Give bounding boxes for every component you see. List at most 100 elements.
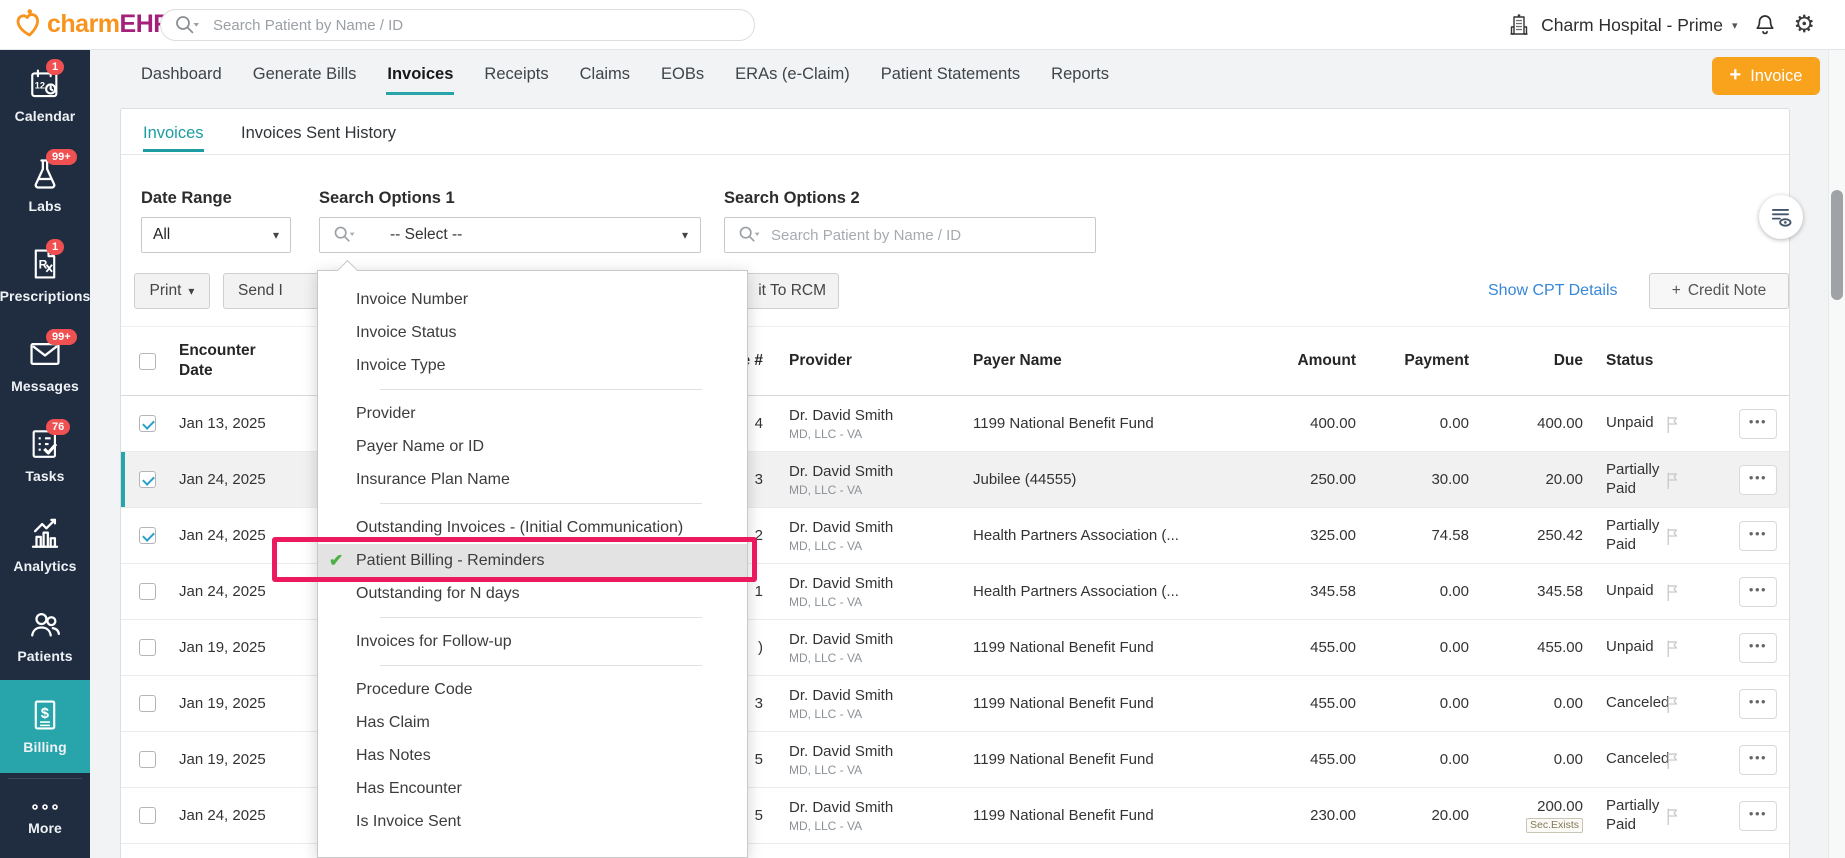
search-options-1-select[interactable]: -- Select -- ▾ — [319, 217, 701, 253]
flag-button[interactable] — [1659, 564, 1685, 619]
row-checkbox[interactable] — [139, 807, 156, 824]
row-actions-button[interactable]: ••• — [1739, 688, 1777, 719]
tab-reports[interactable]: Reports — [1050, 65, 1110, 95]
date-range-select[interactable]: All ▾ — [141, 217, 291, 253]
row-checkbox[interactable] — [139, 583, 156, 600]
credit-note-button[interactable]: + Credit Note — [1649, 273, 1789, 309]
analytics-icon — [28, 517, 62, 551]
flag-button[interactable] — [1659, 732, 1685, 787]
dropdown-item-procedure-code[interactable]: Procedure Code — [318, 673, 747, 706]
print-button[interactable]: Print ▾ — [134, 273, 210, 309]
row-actions-button[interactable]: ••• — [1739, 632, 1777, 663]
row-checkbox[interactable] — [139, 415, 156, 432]
org-selector[interactable]: Charm Hospital - Prime ▾ — [1506, 12, 1737, 38]
dropdown-item-is-invoice-sent[interactable]: Is Invoice Sent — [318, 805, 747, 838]
tab-claims[interactable]: Claims — [579, 65, 631, 95]
flag-icon — [1664, 582, 1681, 602]
dropdown-item-invoice-number[interactable]: Invoice Number — [318, 283, 747, 316]
tab-eobs[interactable]: EOBs — [660, 65, 705, 95]
settings-gear-icon[interactable]: ⚙ — [1793, 13, 1815, 37]
sidebar-item-prescriptions[interactable]: 1 R Prescriptions — [0, 230, 90, 320]
row-actions-button[interactable]: ••• — [1739, 464, 1777, 495]
provider-name: Dr. David Smith — [789, 798, 894, 816]
sidebar-item-calendar[interactable]: 1 12 Calendar — [0, 50, 90, 140]
row-checkbox[interactable] — [139, 471, 156, 488]
flag-button[interactable] — [1659, 620, 1685, 675]
dropdown-item-label: Outstanding for N days — [356, 585, 520, 602]
tab-patient-statements[interactable]: Patient Statements — [880, 65, 1021, 95]
row-actions-button[interactable]: ••• — [1739, 800, 1777, 831]
tab-eras-e-claim[interactable]: ERAs (e-Claim) — [734, 65, 851, 95]
svg-text:R: R — [39, 257, 48, 271]
sidebar-item-billing[interactable]: $ Billing — [0, 680, 90, 773]
row-checkbox[interactable] — [139, 695, 156, 712]
payer-name: Health Partners Association (... — [973, 583, 1179, 600]
col-status: Status — [1606, 352, 1654, 369]
svg-text:$: $ — [41, 706, 50, 722]
search-options-1-label: Search Options 1 — [319, 189, 455, 207]
tab-invoices[interactable]: Invoices — [143, 109, 204, 152]
dropdown-item-outstanding-invoices-initial-communication[interactable]: Outstanding Invoices - (Initial Communic… — [318, 511, 747, 544]
dropdown-item-provider[interactable]: Provider — [318, 397, 747, 430]
tab-receipts[interactable]: Receipts — [483, 65, 549, 95]
row-checkbox[interactable] — [139, 751, 156, 768]
patient-search-input[interactable] — [213, 16, 742, 34]
due-amount: 200.00 — [1537, 798, 1583, 815]
tab-dashboard[interactable]: Dashboard — [140, 65, 223, 95]
row-actions-button[interactable]: ••• — [1739, 408, 1777, 439]
provider-practice: MD, LLC - VA — [789, 426, 863, 441]
due-cell: 20.00 — [1463, 452, 1583, 507]
dropdown-item-has-claim[interactable]: Has Claim — [318, 706, 747, 739]
scrollbar-thumb[interactable] — [1831, 190, 1843, 300]
search-options-2-field[interactable] — [724, 217, 1096, 253]
notification-badge: 1 — [46, 59, 65, 75]
tab-invoices[interactable]: Invoices — [386, 65, 455, 95]
dropdown-item-has-encounter[interactable]: Has Encounter — [318, 772, 747, 805]
row-actions-button[interactable]: ••• — [1739, 576, 1777, 607]
notifications-bell-icon[interactable] — [1753, 13, 1777, 37]
flag-button[interactable] — [1659, 788, 1685, 843]
search-options-2-input[interactable] — [771, 226, 1083, 244]
row-checkbox[interactable] — [139, 639, 156, 656]
chevron-down-icon: ▾ — [188, 284, 195, 298]
flag-button[interactable] — [1659, 396, 1685, 451]
report-view-button[interactable] — [1759, 195, 1803, 239]
provider-cell: Dr. David Smith MD, LLC - VA — [789, 676, 964, 731]
dropdown-item-payer-name-or-id[interactable]: Payer Name or ID — [318, 430, 747, 463]
tab-generate-bills[interactable]: Generate Bills — [252, 65, 358, 95]
encounter-date: Jan 19, 2025 — [179, 639, 266, 656]
sidebar-item-labs[interactable]: 99+ Labs — [0, 140, 90, 230]
provider-practice: MD, LLC - VA — [789, 594, 863, 609]
row-actions-button[interactable]: ••• — [1739, 520, 1777, 551]
flag-button[interactable] — [1659, 452, 1685, 507]
sidebar: 1 12 Calendar 99+ Labs 1 R Prescriptions… — [0, 50, 90, 858]
tab-invoices-sent-history[interactable]: Invoices Sent History — [241, 109, 396, 152]
dropdown-item-insurance-plan-name[interactable]: Insurance Plan Name — [318, 463, 747, 496]
show-cpt-details-link[interactable]: Show CPT Details — [1488, 273, 1618, 309]
flag-button[interactable] — [1659, 676, 1685, 731]
sidebar-item-patients[interactable]: Patients — [0, 590, 90, 680]
sidebar-item-analytics[interactable]: Analytics — [0, 500, 90, 590]
dropdown-item-invoice-type[interactable]: Invoice Type — [318, 349, 747, 382]
flag-button[interactable] — [1659, 508, 1685, 563]
flag-icon — [1664, 470, 1681, 490]
dropdown-item-invoice-status[interactable]: Invoice Status — [318, 316, 747, 349]
dropdown-item-has-notes[interactable]: Has Notes — [318, 739, 747, 772]
dropdown-item-outstanding-for-n-days[interactable]: Outstanding for N days — [318, 577, 747, 610]
payer-name: Jubilee (44555) — [973, 471, 1077, 488]
patient-search[interactable] — [160, 9, 755, 41]
flag-icon — [1664, 638, 1681, 658]
sidebar-item-messages[interactable]: 99+ Messages — [0, 320, 90, 410]
amount: 455.00 — [1310, 695, 1356, 712]
sidebar-item-tasks[interactable]: 76 Tasks — [0, 410, 90, 500]
dropdown-item-invoices-for-follow-up[interactable]: Invoices for Follow-up — [318, 625, 747, 658]
dropdown-item-patient-billing-reminders[interactable]: ✔ Patient Billing - Reminders — [318, 544, 747, 577]
provider-cell: Dr. David Smith MD, LLC - VA — [789, 620, 964, 675]
row-checkbox[interactable] — [139, 527, 156, 544]
select-all-checkbox[interactable] — [139, 352, 156, 370]
new-invoice-button[interactable]: + Invoice — [1712, 57, 1820, 95]
provider-practice: MD, LLC - VA — [789, 762, 863, 777]
sidebar-item-more[interactable]: More — [0, 784, 90, 852]
row-actions-button[interactable]: ••• — [1739, 744, 1777, 775]
dropdown-item-label: Has Notes — [356, 747, 431, 764]
